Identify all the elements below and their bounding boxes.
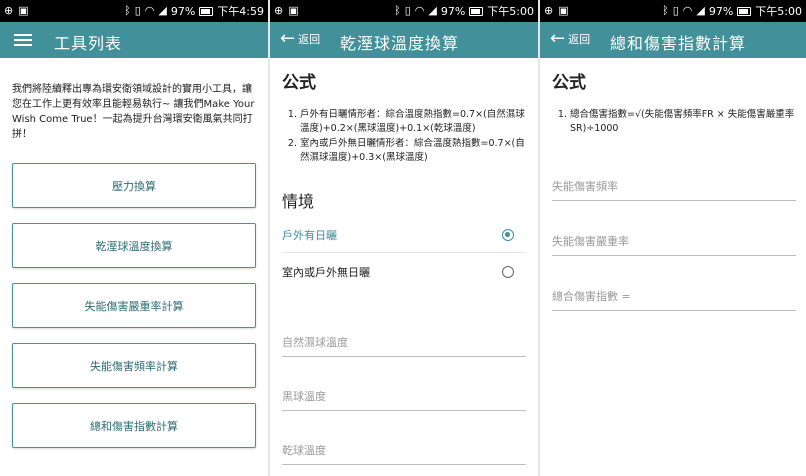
frequency-rate-button[interactable]: 失能傷害頻率計算 [12,343,256,388]
option-outdoor-sun[interactable]: 戶外有日曬 [282,218,526,252]
app-bar: ← 返回 總和傷害指數計算 [540,22,806,58]
radio-selected-icon[interactable] [502,229,514,241]
wifi-icon: ◠ [682,4,693,17]
battery-percent: 97% [708,4,734,18]
globe-temp-input[interactable]: 黑球溫度 [282,381,526,411]
injury-index-screen: ⊕ ▣ ᛒ ▯ ◠ ◢ 97% 下午5:00 ← 返回 總和傷害指數計算 公式 … [540,0,806,476]
arrow-left-icon: ← [550,28,566,49]
radio-unselected-icon[interactable] [502,266,514,278]
intro-text: 我們將陸續釋出專為環安衛領域設計的實用小工具，讓您在工作上更有效率且能輕易執行~… [12,84,255,140]
formula-list: 戶外有日曬情形者：綜合溫度熱指數=0.7×(自然濕球溫度)+0.2×(黑球溫度)… [284,108,528,166]
formula-list: 總合傷害指數=√(失能傷害頻率FR × 失能傷害嚴重率SR)÷1000 [554,108,798,137]
injury-index-output: 總合傷害指數 = [552,281,796,311]
status-bar: ⊕ ▣ ᛒ ▯ ◠ ◢ 97% 下午5:00 [270,0,538,22]
severity-rate-input[interactable]: 失能傷害嚴重率 [552,226,796,256]
status-bar: ⊕ ▣ ᛒ ▯ ◠ ◢ 97% 下午5:00 [540,0,806,22]
back-button[interactable]: ← 返回 [550,29,590,49]
clock: 下午5:00 [755,5,802,18]
battery-icon [469,6,484,16]
signal-icon: ◢ [158,4,167,17]
back-button[interactable]: ← 返回 [280,29,320,49]
menu-icon[interactable] [14,31,32,47]
sync-icon: ⊕ [4,4,14,17]
wbgt-screen: ⊕ ▣ ᛒ ▯ ◠ ◢ 97% 下午5:00 ← 返回 乾溼球溫度換算 公式 戶… [270,0,538,476]
option-label: 戶外有日曬 [282,229,337,242]
situation-heading: 情境 [282,192,315,211]
formula-item: 總合傷害指數=√(失能傷害頻率FR × 失能傷害嚴重率SR)÷1000 [570,108,798,136]
vibrate-icon: ▯ [404,4,411,17]
battery-icon [737,6,752,16]
option-label: 室內或戶外無日曬 [282,266,370,279]
image-icon: ▣ [288,4,299,17]
vibrate-icon: ▯ [134,4,141,17]
bluetooth-icon: ᛒ [662,4,669,17]
tool-list-screen: ⊕ ▣ ᛒ ▯ ◠ ◢ 97% 下午4:59 工具列表 我們將陸續釋出專為環安衛… [0,0,268,476]
vibrate-icon: ▯ [672,4,679,17]
page-title: 總和傷害指數計算 [610,34,747,53]
dry-bulb-input[interactable]: 乾球溫度 [282,435,526,465]
sync-icon: ⊕ [274,4,284,17]
frequency-rate-input[interactable]: 失能傷害頻率 [552,171,796,201]
formula-heading: 公式 [282,73,316,93]
battery-icon [199,6,214,16]
app-bar: ← 返回 乾溼球溫度換算 [270,22,538,58]
image-icon: ▣ [18,4,29,17]
signal-icon: ◢ [428,4,437,17]
divider [282,252,526,253]
bluetooth-icon: ᛒ [124,4,131,17]
app-bar: 工具列表 [0,22,268,58]
arrow-left-icon: ← [280,28,296,49]
back-label: 返回 [568,33,591,46]
formula-item: 戶外有日曬情形者：綜合溫度熱指數=0.7×(自然濕球溫度)+0.2×(黑球溫度)… [300,108,528,136]
battery-percent: 97% [170,4,196,18]
wet-dry-bulb-button[interactable]: 乾溼球溫度換算 [12,223,256,268]
signal-icon: ◢ [696,4,705,17]
page-title: 工具列表 [54,34,123,53]
injury-index-button[interactable]: 總和傷害指數計算 [12,403,256,448]
clock: 下午4:59 [217,5,264,18]
formula-item: 室內或戶外無日曬情形者：綜合溫度熱指數=0.7×(自然濕球溫度)+0.3×(黑球… [300,137,528,165]
image-icon: ▣ [558,4,569,17]
option-indoor-no-sun[interactable]: 室內或戶外無日曬 [282,255,526,289]
severity-rate-button[interactable]: 失能傷害嚴重率計算 [12,283,256,328]
formula-heading: 公式 [552,73,586,93]
pressure-conversion-button[interactable]: 壓力換算 [12,163,256,208]
wifi-icon: ◠ [144,4,155,17]
back-label: 返回 [298,33,321,46]
bluetooth-icon: ᛒ [394,4,401,17]
natural-wet-bulb-input[interactable]: 自然濕球溫度 [282,327,526,357]
page-title: 乾溼球溫度換算 [340,34,460,53]
sync-icon: ⊕ [544,4,554,17]
clock: 下午5:00 [487,5,534,18]
battery-percent: 97% [440,4,466,18]
wifi-icon: ◠ [414,4,425,17]
status-bar: ⊕ ▣ ᛒ ▯ ◠ ◢ 97% 下午4:59 [0,0,268,22]
